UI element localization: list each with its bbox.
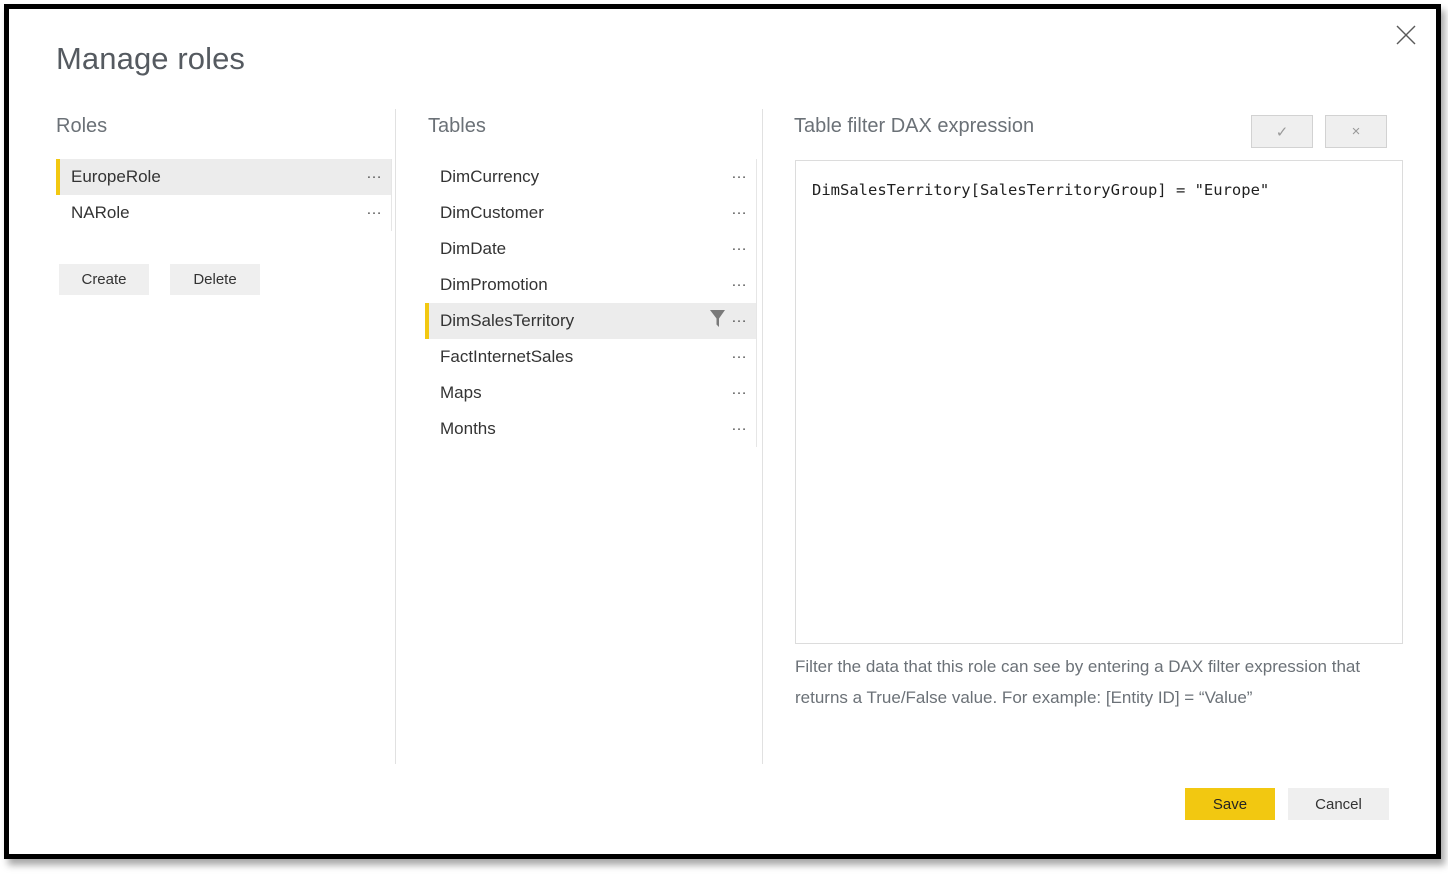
selection-accent-bar [425, 159, 429, 195]
create-role-button[interactable]: Create [59, 264, 149, 295]
selection-accent-bar [56, 159, 60, 195]
tables-list-item-label: FactInternetSales [440, 347, 574, 366]
dax-expression-editor[interactable]: DimSalesTerritory[SalesTerritoryGroup] =… [795, 160, 1403, 644]
ellipsis-icon[interactable]: … [366, 202, 383, 221]
roles-list-item-tools: … [366, 166, 383, 185]
tables-list-item-months[interactable]: Months … [425, 411, 756, 447]
selection-accent-bar [425, 339, 429, 375]
panel-divider-left [395, 109, 396, 764]
selection-accent-bar [425, 231, 429, 267]
tables-list-item-tools: … [709, 309, 748, 333]
roles-list-item-tools: … [366, 202, 383, 221]
roles-list: EuropeRole … NARole … [56, 159, 392, 231]
selection-accent-bar [425, 411, 429, 447]
tables-list-item-label: DimCurrency [440, 167, 540, 186]
screenshot-root: Manage roles Roles EuropeRole … NARole …… [0, 0, 1448, 874]
close-icon [1395, 24, 1417, 46]
selection-accent-bar [425, 267, 429, 303]
tables-list-item-tools: … [731, 166, 748, 185]
dax-action-buttons: ✓ × [1251, 115, 1387, 148]
footer-action-buttons: Save Cancel [1185, 788, 1389, 820]
ellipsis-icon[interactable]: … [731, 346, 748, 365]
ellipsis-icon[interactable]: … [366, 166, 383, 185]
panel-divider-right [762, 109, 763, 764]
tables-list-item-tools: … [731, 238, 748, 257]
tables-list-item-maps[interactable]: Maps … [425, 375, 756, 411]
close-dialog-button[interactable] [1384, 15, 1428, 55]
ellipsis-icon[interactable]: … [731, 202, 748, 221]
roles-action-buttons: Create Delete [59, 264, 260, 295]
ellipsis-icon[interactable]: … [731, 310, 748, 329]
dax-help-text: Filter the data that this role can see b… [795, 657, 1361, 707]
roles-heading: Roles [56, 115, 108, 137]
selection-accent-bar [425, 303, 429, 339]
tables-list-item-dimsalesterritory[interactable]: DimSalesTerritory … [425, 303, 756, 339]
page-title: Manage roles [56, 41, 246, 76]
ellipsis-icon[interactable]: … [731, 382, 748, 401]
ellipsis-icon[interactable]: … [731, 238, 748, 257]
dialog-frame: Manage roles Roles EuropeRole … NARole …… [4, 4, 1441, 859]
manage-roles-dialog: Manage roles Roles EuropeRole … NARole …… [9, 9, 1436, 854]
tables-list-item-dimcustomer[interactable]: DimCustomer … [425, 195, 756, 231]
save-button[interactable]: Save [1185, 788, 1275, 820]
tables-list-item-dimpromotion[interactable]: DimPromotion … [425, 267, 756, 303]
tables-list-item-dimcurrency[interactable]: DimCurrency … [425, 159, 756, 195]
ellipsis-icon[interactable]: … [731, 418, 748, 437]
roles-list-item-label: EuropeRole [71, 167, 161, 186]
roles-list-item-narole[interactable]: NARole … [56, 195, 391, 231]
tables-list-item-label: Maps [440, 383, 482, 402]
tables-list-item-dimdate[interactable]: DimDate … [425, 231, 756, 267]
accept-expression-button[interactable]: ✓ [1251, 115, 1313, 148]
tables-list-item-label: DimSalesTerritory [440, 311, 575, 330]
selection-accent-bar [425, 195, 429, 231]
tables-list-item-label: DimCustomer [440, 203, 544, 222]
tables-list-item-tools: … [731, 346, 748, 365]
tables-list-item-tools: … [731, 202, 748, 221]
tables-list-item-factinternetsales[interactable]: FactInternetSales … [425, 339, 756, 375]
dax-expression-text[interactable]: DimSalesTerritory[SalesTerritoryGroup] =… [812, 179, 1386, 202]
tables-heading: Tables [428, 115, 486, 137]
tables-list-item-label: DimPromotion [440, 275, 548, 294]
roles-list-item-label: NARole [71, 203, 130, 222]
tables-list: DimCurrency … DimCustomer … DimDate … Di… [425, 159, 757, 447]
tables-list-item-label: DimDate [440, 239, 507, 258]
discard-expression-button[interactable]: × [1325, 115, 1387, 148]
tables-list-item-tools: … [731, 274, 748, 293]
roles-list-item-europerole[interactable]: EuropeRole … [56, 159, 391, 195]
delete-role-button[interactable]: Delete [170, 264, 260, 295]
cancel-button[interactable]: Cancel [1288, 788, 1389, 820]
tables-list-item-label: Months [440, 419, 496, 438]
ellipsis-icon[interactable]: … [731, 274, 748, 293]
tables-list-item-tools: … [731, 418, 748, 437]
selection-accent-bar [56, 195, 60, 231]
ellipsis-icon[interactable]: … [731, 166, 748, 185]
funnel-icon [709, 309, 726, 333]
dax-expression-heading: Table filter DAX expression [794, 115, 1035, 137]
tables-list-item-tools: … [731, 382, 748, 401]
selection-accent-bar [425, 375, 429, 411]
